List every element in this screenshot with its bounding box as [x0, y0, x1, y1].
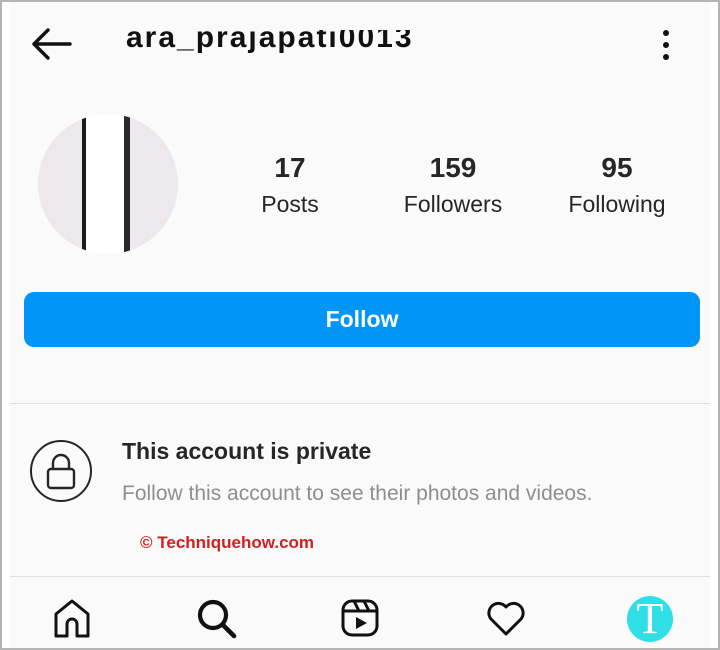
nav-divider: [10, 576, 710, 577]
profile-username: ara_prajapati0013: [126, 21, 414, 54]
following-label: Following: [568, 191, 666, 217]
posts-label: Posts: [261, 191, 319, 217]
more-options-button[interactable]: [654, 28, 678, 62]
followers-label: Followers: [403, 191, 503, 217]
followers-stat[interactable]: 159 Followers: [378, 150, 528, 222]
private-account-description: Follow this account to see their photos …: [122, 482, 593, 505]
nav-activity[interactable]: [484, 596, 528, 640]
following-stat[interactable]: 95 Following: [542, 150, 692, 222]
followers-count: 159: [429, 152, 477, 183]
following-count: 95: [601, 152, 633, 183]
lock-icon: [46, 453, 76, 490]
section-divider: [10, 403, 710, 404]
nav-profile-avatar[interactable]: T: [627, 596, 673, 642]
arrow-left-icon: [32, 28, 72, 60]
nav-reels[interactable]: [338, 596, 382, 640]
private-account-title: This account is private: [122, 438, 372, 464]
posts-stat[interactable]: 17 Posts: [215, 150, 365, 222]
watermark-text: © Techniquehow.com: [140, 533, 315, 552]
profile-screen: ara_prajapati0013 17 Posts 159 Followers…: [10, 2, 710, 648]
search-icon: [197, 599, 237, 639]
posts-count: 17: [274, 152, 306, 183]
heart-icon: [487, 601, 525, 636]
follow-button[interactable]: Follow: [24, 292, 700, 347]
app-frame: ara_prajapati0013 17 Posts 159 Followers…: [0, 0, 720, 650]
private-lock-badge: [30, 440, 92, 502]
nav-home[interactable]: [50, 596, 94, 640]
back-button[interactable]: [30, 24, 74, 64]
more-vertical-icon: [663, 30, 669, 60]
reels-icon: [341, 599, 379, 637]
nav-search[interactable]: [194, 596, 238, 640]
profile-avatar[interactable]: [38, 114, 178, 254]
home-icon: [54, 599, 90, 638]
